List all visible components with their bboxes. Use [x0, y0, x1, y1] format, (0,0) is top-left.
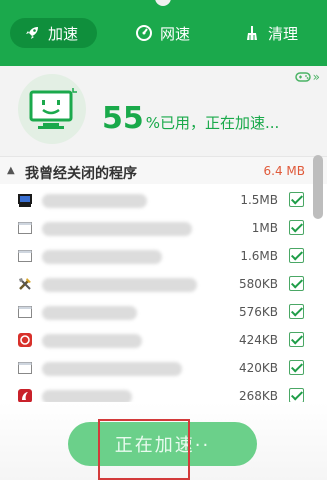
usage-readout: 55 %已用，正在加速... [102, 101, 279, 136]
list-item[interactable]: 1.6MB [0, 242, 310, 270]
window-icon [18, 250, 32, 262]
total-size: 6.4 MB [263, 164, 305, 178]
tab-label: 清理 [268, 24, 299, 43]
tab-label: 加速 [48, 24, 79, 43]
closed-programs-header[interactable]: ▲ 我曾经关闭的程序 6.4 MB [0, 156, 327, 184]
annotation-highlight-box [98, 419, 190, 480]
program-checkbox[interactable] [289, 332, 304, 347]
window-icon [18, 222, 32, 234]
list-item[interactable]: 1.5MB [0, 186, 310, 214]
window-icon [18, 362, 32, 374]
list-item[interactable]: 580KB [0, 270, 310, 298]
list-item[interactable]: 1MB [0, 214, 310, 242]
list-title: 我曾经关闭的程序 [25, 166, 137, 182]
tab-clean[interactable]: 清理 [244, 18, 298, 48]
monitor-smile-icon [29, 88, 77, 129]
program-name-blurred [42, 278, 197, 292]
usage-percent: 55 [102, 101, 144, 136]
usage-status-text: %已用，正在加速... [145, 114, 280, 132]
program-name-blurred [42, 306, 137, 320]
gamepad-icon [294, 72, 311, 82]
program-size: 1MB [251, 221, 278, 235]
program-name-blurred [42, 250, 162, 264]
program-name-blurred [42, 362, 182, 376]
program-checkbox[interactable] [289, 248, 304, 263]
program-size: 424KB [238, 333, 278, 347]
list-item[interactable]: 424KB [0, 326, 310, 354]
program-checkbox[interactable] [289, 192, 304, 207]
game-mode-button[interactable]: » [294, 70, 320, 84]
program-name-blurred [42, 194, 147, 208]
program-name-blurred [42, 222, 192, 236]
program-checkbox[interactable] [289, 276, 304, 291]
broom-icon [247, 26, 257, 40]
program-size: 1.5MB [240, 193, 278, 207]
collapse-caret-icon[interactable]: ▲ [7, 165, 15, 176]
tab-network-speed[interactable]: 网速 [136, 18, 190, 48]
program-checkbox[interactable] [289, 220, 304, 235]
speedometer-icon [136, 25, 152, 41]
program-size: 576KB [238, 305, 278, 319]
rocket-icon [26, 27, 38, 39]
list-scrollbar[interactable] [313, 155, 323, 415]
window-icon [18, 306, 32, 318]
program-size: 580KB [238, 277, 278, 291]
window-notch [155, 0, 171, 6]
list-item[interactable]: 576KB [0, 298, 310, 326]
program-checkbox[interactable] [289, 388, 304, 403]
program-name-blurred [42, 334, 142, 348]
program-size: 268KB [238, 389, 278, 403]
tab-accelerate[interactable]: 加速 [10, 18, 97, 48]
program-checkbox[interactable] [289, 304, 304, 319]
status-panel: » 55 %已用，正在加速... [0, 66, 327, 156]
terminal-icon [18, 194, 32, 207]
tab-label: 网速 [160, 24, 191, 43]
program-checkbox[interactable] [289, 360, 304, 375]
program-size: 420KB [238, 361, 278, 375]
tools-icon [19, 278, 31, 290]
program-size: 1.6MB [240, 249, 278, 263]
list-item[interactable]: 420KB [0, 354, 310, 382]
scrollbar-thumb[interactable] [313, 155, 323, 219]
top-tab-bar: 加速 网速 清理 [0, 0, 327, 66]
red-app-icon [18, 333, 32, 347]
chevron-double-right-icon: » [312, 70, 320, 84]
